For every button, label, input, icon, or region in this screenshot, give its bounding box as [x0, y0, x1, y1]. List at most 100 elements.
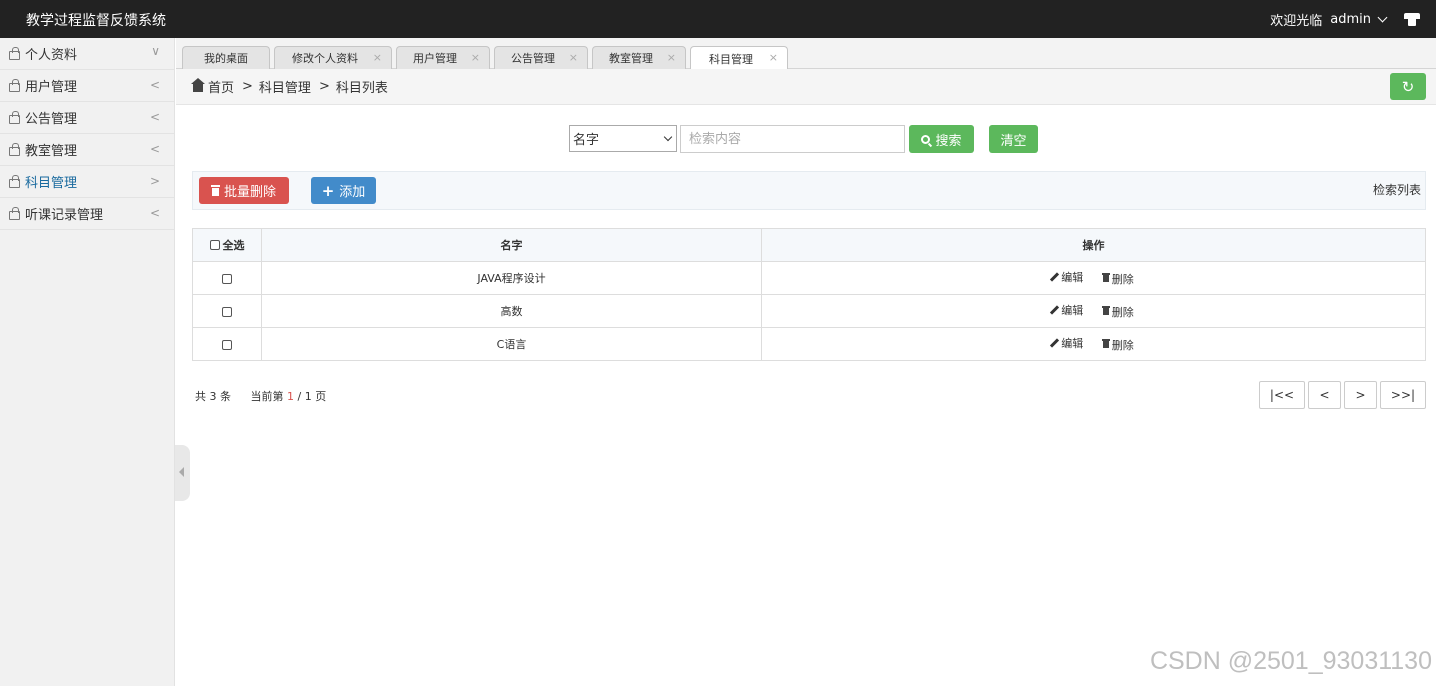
- tab-notices[interactable]: 公告管理 ×: [494, 46, 588, 69]
- close-icon[interactable]: ×: [569, 51, 578, 64]
- watermark: CSDN @2501_93031130: [1149, 647, 1432, 675]
- breadcrumb-separator: >: [318, 79, 330, 94]
- tab-classrooms[interactable]: 教室管理 ×: [592, 46, 686, 69]
- add-button[interactable]: + 添加: [311, 177, 376, 204]
- tshirt-icon[interactable]: [1404, 13, 1420, 26]
- edit-button[interactable]: 编辑: [1050, 335, 1084, 351]
- tab-label: 用户管理: [413, 52, 457, 65]
- select-all-checkbox[interactable]: [209, 240, 220, 250]
- row-checkbox[interactable]: [222, 339, 232, 350]
- tab-bar: 我的桌面 修改个人资料 × 用户管理 × 公告管理 × 教室管理 × 科目管理 …: [176, 38, 1436, 70]
- batch-delete-label: 批量删除: [223, 185, 276, 200]
- pencil-icon: [1050, 305, 1060, 315]
- cell-name: JAVA程序设计: [261, 261, 762, 295]
- tab-desktop[interactable]: 我的桌面: [182, 46, 270, 69]
- tab-label: 教室管理: [609, 52, 653, 65]
- delete-button[interactable]: 删除: [1101, 304, 1134, 320]
- refresh-button[interactable]: ↻: [1390, 73, 1426, 100]
- edit-label: 编辑: [1061, 337, 1084, 351]
- close-icon[interactable]: ×: [373, 51, 382, 64]
- breadcrumb-level1[interactable]: 科目管理: [259, 77, 311, 96]
- add-label: 添加: [339, 185, 366, 200]
- current-page: 1: [287, 390, 294, 403]
- first-page-button[interactable]: |<<: [1259, 381, 1305, 409]
- breadcrumb: 首页 > 科目管理 > 科目列表 ↻: [176, 69, 1436, 105]
- tab-label: 公告管理: [511, 52, 555, 65]
- edit-label: 编辑: [1061, 271, 1084, 285]
- column-header-name: 名字: [261, 228, 762, 262]
- chevron-left-icon: <: [149, 78, 160, 92]
- row-checkbox[interactable]: [222, 273, 232, 284]
- pencil-icon: [1050, 272, 1060, 282]
- top-header: 教学过程监督反馈系统 欢迎光临 admin: [0, 0, 1436, 38]
- breadcrumb-home[interactable]: 首页: [208, 77, 234, 96]
- lock-icon: [9, 207, 20, 220]
- lock-icon: [9, 111, 20, 124]
- user-area: 欢迎光临 admin: [1270, 10, 1420, 29]
- sidebar-item-label: 用户管理: [25, 80, 78, 95]
- prev-page-button[interactable]: <: [1308, 381, 1341, 409]
- refresh-icon: ↻: [1401, 77, 1415, 96]
- sidebar-item-label: 个人资料: [25, 48, 78, 63]
- pagination-info: 共 3 条 当前第 1 / 1 页: [195, 388, 326, 404]
- last-page-button[interactable]: >>|: [1380, 381, 1426, 409]
- trash-icon: [1101, 306, 1110, 316]
- user-menu-button[interactable]: admin: [1330, 12, 1371, 27]
- search-button[interactable]: 搜索: [909, 125, 974, 153]
- delete-button[interactable]: 删除: [1101, 337, 1134, 353]
- batch-delete-button[interactable]: 批量删除: [199, 177, 289, 204]
- column-header-ops: 操作: [761, 228, 1426, 262]
- edit-label: 编辑: [1061, 304, 1084, 318]
- sidebar-item-subjects[interactable]: 科目管理 >: [0, 166, 174, 198]
- sidebar-item-label: 教室管理: [25, 144, 78, 159]
- breadcrumb-level2: 科目列表: [335, 81, 388, 96]
- lock-icon: [9, 79, 20, 92]
- sidebar-item-notices[interactable]: 公告管理 <: [0, 102, 174, 134]
- current-prefix: 当前第: [250, 390, 284, 403]
- clear-button[interactable]: 清空: [989, 125, 1038, 153]
- sidebar-item-users[interactable]: 用户管理 <: [0, 70, 174, 102]
- edit-button[interactable]: 编辑: [1050, 269, 1084, 285]
- welcome-text: 欢迎光临: [1270, 14, 1323, 29]
- select-value: 名字: [573, 133, 600, 148]
- select-all-header[interactable]: 全选: [192, 228, 262, 262]
- search-icon: [921, 134, 931, 144]
- sidebar-item-label: 公告管理: [25, 112, 78, 127]
- sidebar-item-classrooms[interactable]: 教室管理 <: [0, 134, 174, 166]
- next-page-button[interactable]: >: [1344, 381, 1377, 409]
- sidebar: 个人资料 ∨ 用户管理 < 公告管理 < 教室管理 < 科目管理 > 听课记录管…: [0, 38, 175, 686]
- search-input[interactable]: [680, 125, 905, 153]
- pencil-icon: [1050, 338, 1060, 348]
- chevron-down-icon[interactable]: [1377, 12, 1388, 23]
- table-row: C语言 编辑 删除: [192, 327, 1426, 361]
- pages-suffix: 页: [315, 390, 327, 403]
- tab-users[interactable]: 用户管理 ×: [396, 46, 490, 69]
- trash-icon: [1101, 273, 1110, 283]
- home-icon: [191, 77, 205, 92]
- close-icon[interactable]: ×: [769, 51, 778, 64]
- search-field-select[interactable]: 名字: [569, 125, 677, 152]
- close-icon[interactable]: ×: [471, 51, 480, 64]
- subject-table: 全选 名字 操作 JAVA程序设计 编辑 删除 高数 编辑 删除 C语言 编辑 …: [192, 228, 1426, 361]
- table-row: 高数 编辑 删除: [192, 294, 1426, 328]
- close-icon[interactable]: ×: [667, 51, 676, 64]
- lock-icon: [9, 47, 20, 60]
- delete-button[interactable]: 删除: [1101, 271, 1134, 287]
- tab-edit-profile[interactable]: 修改个人资料 ×: [274, 46, 392, 69]
- lock-icon: [9, 143, 20, 156]
- table-row: JAVA程序设计 编辑 删除: [192, 261, 1426, 295]
- row-checkbox[interactable]: [222, 306, 232, 317]
- list-label: 检索列表: [1372, 183, 1421, 197]
- edit-button[interactable]: 编辑: [1050, 302, 1084, 318]
- lock-icon: [9, 175, 20, 188]
- sidebar-item-profile[interactable]: 个人资料 ∨: [0, 38, 174, 70]
- tab-subjects[interactable]: 科目管理 ×: [690, 46, 788, 70]
- sidebar-item-lecture-records[interactable]: 听课记录管理 <: [0, 198, 174, 230]
- trash-icon: [210, 184, 220, 196]
- page-slash: /: [297, 390, 302, 403]
- trash-icon: [1101, 339, 1110, 349]
- app-title: 教学过程监督反馈系统: [26, 13, 166, 29]
- chevron-left-icon: <: [149, 142, 160, 156]
- sidebar-collapse-handle[interactable]: [175, 445, 190, 501]
- sidebar-item-label: 听课记录管理: [25, 208, 104, 223]
